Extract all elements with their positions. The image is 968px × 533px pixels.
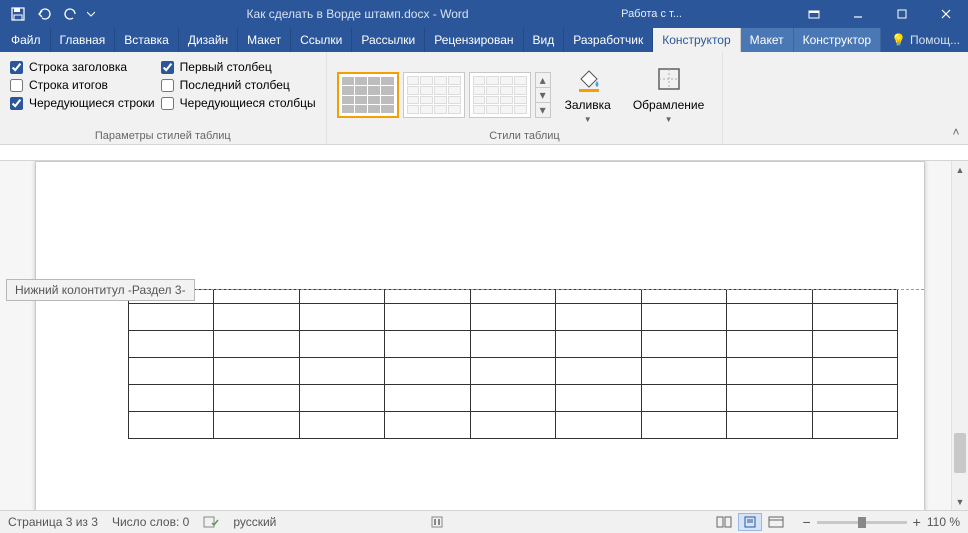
group-table-styles: ▴▾▾ Заливка ▼ Обрамление ▼ Стили таблиц [327,52,724,144]
zoom-out-button[interactable]: − [802,514,810,530]
chk-first-column[interactable]: Первый столбец [161,60,316,74]
contextual-tools-label: Работа с т... [611,8,692,20]
table-style-3[interactable] [469,72,531,118]
tab-design[interactable]: Дизайн [179,28,238,52]
tab-home[interactable]: Главная [51,28,116,52]
spellcheck-icon[interactable] [203,515,219,529]
table-style-1[interactable] [337,72,399,118]
group-table-style-options: Строка заголовка Строка итогов Чередующи… [0,52,327,144]
undo-button[interactable] [32,2,56,26]
zoom-control: − + 110 % [802,514,960,530]
status-words[interactable]: Число слов: 0 [112,515,189,529]
tab-hf-design[interactable]: Конструктор [794,28,881,52]
macro-icon[interactable] [430,515,444,529]
title-bar: Как сделать в Ворде штамп.docx - Word Ра… [0,0,968,27]
footer-tag-label: Нижний колонтитул -Раздел 3- [15,283,186,297]
qat-customize-button[interactable] [84,2,98,26]
tell-me[interactable]: 💡 Помощ... [881,28,968,52]
chk-total-row[interactable]: Строка итогов [10,78,155,92]
footer-section-tag[interactable]: Нижний колонтитул -Раздел 3- [6,279,195,301]
scroll-thumb[interactable] [954,433,966,473]
page [35,161,925,510]
document-table[interactable] [128,289,898,439]
chk-banded-columns[interactable]: Чередующиеся столбцы [161,96,316,110]
status-language[interactable]: русский [233,515,276,529]
tab-developer[interactable]: Разработчик [564,28,653,52]
tab-layout[interactable]: Макет [238,28,291,52]
status-page[interactable]: Страница 3 из 3 [8,515,98,529]
view-buttons [712,513,788,531]
window-controls [792,0,968,27]
zoom-in-button[interactable]: + [913,514,921,530]
close-button[interactable] [924,0,968,27]
tab-references[interactable]: Ссылки [291,28,352,52]
redo-button[interactable] [58,2,82,26]
collapse-ribbon-button[interactable]: ˄ [948,124,964,140]
paint-bucket-icon [572,63,604,95]
tab-table-design[interactable]: Конструктор [653,28,740,52]
borders-button[interactable]: Обрамление ▼ [625,58,712,128]
tab-mailings[interactable]: Рассылки [352,28,425,52]
chevron-down-icon: ▼ [665,115,673,124]
borders-icon [653,63,685,95]
document-area[interactable]: Нижний колонтитул -Раздел 3- [0,161,951,510]
shading-button[interactable]: Заливка ▼ [557,58,619,128]
scroll-down-button[interactable]: ▼ [952,493,968,510]
chk-banded-rows[interactable]: Чередующиеся строки [10,96,155,110]
chk-header-row[interactable]: Строка заголовка [10,60,155,74]
zoom-slider[interactable] [817,521,907,524]
ribbon: Строка заголовка Строка итогов Чередующи… [0,52,968,145]
ribbon-display-button[interactable] [792,0,836,27]
status-bar: Страница 3 из 3 Число слов: 0 русский − … [0,510,968,533]
maximize-button[interactable] [880,0,924,27]
tab-review[interactable]: Рецензирован [425,28,523,52]
chevron-down-icon: ▼ [584,115,592,124]
ribbon-tabs: Файл Главная Вставка Дизайн Макет Ссылки… [0,27,968,52]
vertical-scrollbar[interactable]: ▲ ▼ [951,161,968,510]
minimize-button[interactable] [836,0,880,27]
table-style-2[interactable] [403,72,465,118]
tab-table-layout[interactable]: Макет [741,28,794,52]
scroll-up-button[interactable]: ▲ [952,161,968,178]
view-read-button[interactable] [712,513,736,531]
group-label-styles: Стили таблиц [337,128,713,142]
save-button[interactable] [6,2,30,26]
tab-insert[interactable]: Вставка [115,28,179,52]
table-style-gallery-more[interactable]: ▴▾▾ [535,72,551,118]
chk-last-column[interactable]: Последний столбец [161,78,316,92]
quick-access-toolbar [0,2,104,26]
scroll-track[interactable] [952,178,968,493]
document-title: Как сделать в Ворде штамп.docx - Word [104,7,611,21]
zoom-level[interactable]: 110 % [927,515,960,529]
view-web-button[interactable] [764,513,788,531]
tab-file[interactable]: Файл [2,28,51,52]
tab-view[interactable]: Вид [524,28,565,52]
lightbulb-icon: 💡 [891,33,906,47]
view-print-button[interactable] [738,513,762,531]
group-label-opts: Параметры стилей таблиц [10,128,316,142]
ruler[interactable] [0,145,968,161]
